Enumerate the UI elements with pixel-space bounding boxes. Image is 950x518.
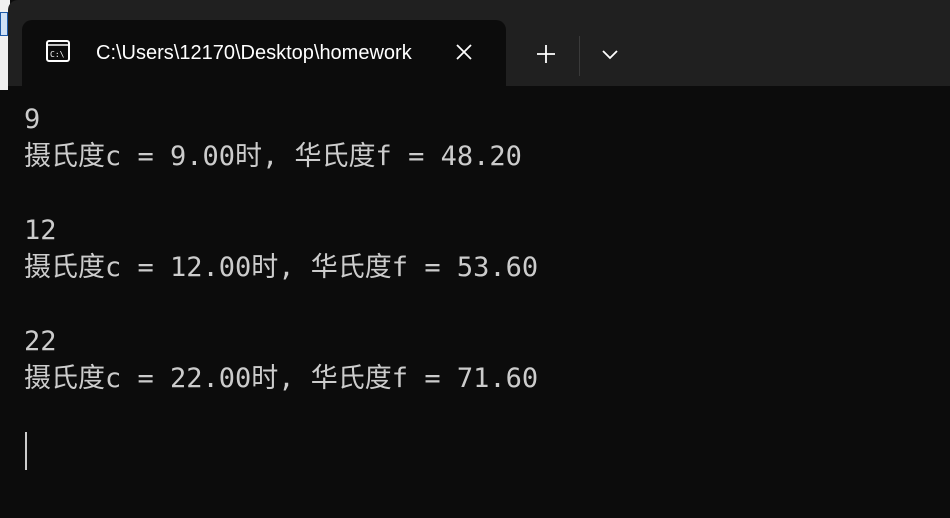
tab-divider <box>579 36 580 76</box>
terminal-line: 摄氏度c = 12.00时, 华氏度f = 53.60 <box>24 252 539 283</box>
terminal-line: 9 <box>24 104 41 135</box>
chevron-down-icon <box>602 50 618 60</box>
terminal-line: 22 <box>24 326 57 357</box>
terminal-window: C:\ C:\Users\12170\Desktop\homework 9 摄氏… <box>0 0 950 518</box>
tab-title: C:\Users\12170\Desktop\homework <box>96 42 412 64</box>
terminal-line: 摄氏度c = 9.00时, 华氏度f = 48.20 <box>24 141 522 172</box>
terminal-line: 摄氏度c = 22.00时, 华氏度f = 71.60 <box>24 363 539 394</box>
tab-dropdown-button[interactable] <box>588 32 632 76</box>
tab-terminal[interactable]: C:\ C:\Users\12170\Desktop\homework <box>22 20 506 86</box>
terminal-output[interactable]: 9 摄氏度c = 9.00时, 华氏度f = 48.20 12 摄氏度c = 1… <box>8 86 950 518</box>
svg-text:C:\: C:\ <box>50 50 65 59</box>
terminal-line: 12 <box>24 215 57 246</box>
title-bar[interactable]: C:\ C:\Users\12170\Desktop\homework <box>8 0 950 86</box>
close-icon[interactable] <box>450 38 478 66</box>
plus-icon <box>537 45 555 63</box>
background-window-icon <box>0 12 8 36</box>
new-tab-button[interactable] <box>524 32 568 76</box>
text-cursor <box>25 432 27 470</box>
console-icon: C:\ <box>46 40 70 62</box>
